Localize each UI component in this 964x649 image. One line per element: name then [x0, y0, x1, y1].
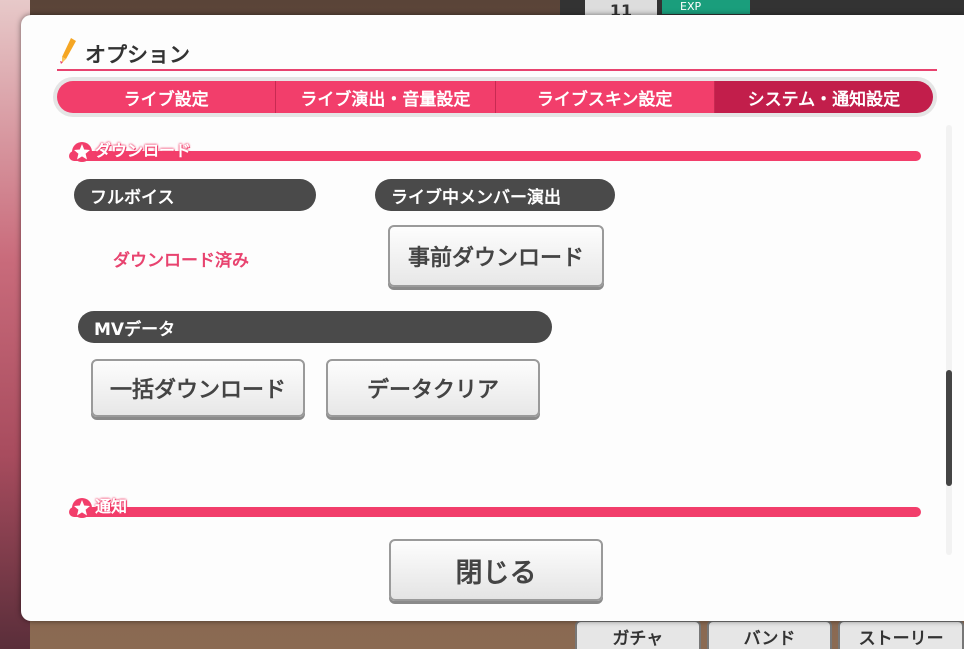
- scrollbar-thumb[interactable]: [946, 370, 952, 486]
- notification-section-title: 通知: [95, 497, 128, 516]
- dialog-title: オプション: [85, 43, 190, 67]
- star-icon: [72, 498, 92, 518]
- scrollbar-track[interactable]: [946, 125, 952, 555]
- settings-tab-bar: ライブ設定 ライブ演出・音量設定 ライブスキン設定 システム・通知設定: [53, 77, 937, 117]
- exp-label: EXP: [662, 0, 750, 14]
- pre-download-button[interactable]: 事前ダウンロード: [388, 225, 604, 287]
- tab-live-effects-volume[interactable]: ライブ演出・音量設定: [276, 81, 496, 113]
- settings-content: ダウンロード フルボイス ダウンロード済み ライブ中メンバー演出 事前ダウンロー…: [65, 125, 927, 555]
- mv-data-label: MVデータ: [78, 311, 552, 343]
- dialog-header: オプション: [57, 37, 937, 71]
- download-section-header: ダウンロード: [65, 141, 923, 162]
- data-clear-button[interactable]: データクリア: [326, 359, 540, 417]
- full-voice-label: フルボイス: [74, 179, 316, 211]
- tab-live-skin[interactable]: ライブスキン設定: [495, 81, 715, 113]
- nav-story: ストーリー: [838, 620, 964, 649]
- pen-icon: [60, 38, 76, 64]
- full-voice-status: ダウンロード済み: [113, 251, 249, 271]
- close-button[interactable]: 閉じる: [389, 539, 603, 601]
- download-section-title: ダウンロード: [95, 141, 192, 160]
- bulk-download-button[interactable]: 一括ダウンロード: [91, 359, 305, 417]
- tab-live-settings[interactable]: ライブ設定: [57, 81, 277, 113]
- notification-section-header: 通知: [65, 497, 923, 518]
- tab-system-notification[interactable]: システム・通知設定: [714, 81, 933, 113]
- live-member-effect-label: ライブ中メンバー演出: [375, 179, 615, 211]
- nav-band: バンド: [706, 620, 833, 649]
- background-bottom-nav: ガチャ バンド ストーリー: [575, 620, 964, 649]
- star-icon: [72, 142, 92, 162]
- nav-gacha: ガチャ: [575, 620, 701, 649]
- options-dialog: オプション ライブ設定 ライブ演出・音量設定 ライブスキン設定 システム・通知設…: [21, 15, 964, 621]
